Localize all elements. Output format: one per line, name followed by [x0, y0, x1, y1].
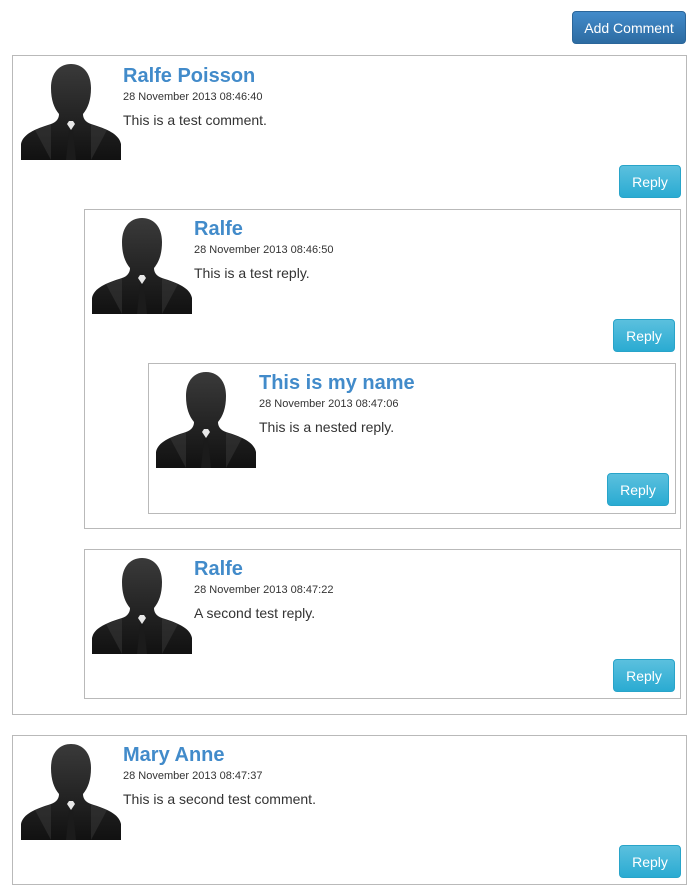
- comment-author: This is my name: [259, 372, 415, 394]
- reply-button[interactable]: Reply: [613, 659, 675, 692]
- comment-author: Ralfe Poisson: [123, 65, 256, 87]
- comment-text: This is a second test comment.: [123, 791, 316, 807]
- comment-author: Ralfe: [194, 558, 243, 580]
- comment-panel: Mary Anne 28 November 2013 08:47:37 This…: [12, 735, 687, 885]
- comment-text: This is a test reply.: [194, 265, 310, 281]
- comment-author: Mary Anne: [123, 744, 225, 766]
- comment-date: 28 November 2013 08:46:40: [123, 91, 263, 103]
- reply-button[interactable]: Reply: [613, 319, 675, 352]
- comment-text: This is a test comment.: [123, 112, 267, 128]
- avatar-icon: [21, 744, 121, 840]
- add-comment-button[interactable]: Add Comment: [572, 11, 686, 44]
- comment-date: 28 November 2013 08:47:22: [194, 584, 334, 596]
- avatar-icon: [21, 64, 121, 160]
- reply-button[interactable]: Reply: [619, 845, 681, 878]
- comment-author: Ralfe: [194, 218, 243, 240]
- comment-date: 28 November 2013 08:47:06: [259, 398, 399, 410]
- avatar-icon: [92, 558, 192, 654]
- comment-text: This is a nested reply.: [259, 419, 395, 435]
- comment-text: A second test reply.: [194, 605, 316, 621]
- nested-reply-panel: This is my name 28 November 2013 08:47:0…: [148, 363, 676, 514]
- reply-panel: Ralfe 28 November 2013 08:46:50 This is …: [84, 209, 681, 529]
- comment-date: 28 November 2013 08:46:50: [194, 244, 334, 256]
- comment-date: 28 November 2013 08:47:37: [123, 770, 263, 782]
- avatar-icon: [156, 372, 256, 468]
- reply-button[interactable]: Reply: [607, 473, 669, 506]
- avatar-icon: [92, 218, 192, 314]
- reply-panel: Ralfe 28 November 2013 08:47:22 A second…: [84, 549, 681, 699]
- reply-button[interactable]: Reply: [619, 165, 681, 198]
- comment-panel: Ralfe Poisson 28 November 2013 08:46:40 …: [12, 55, 687, 715]
